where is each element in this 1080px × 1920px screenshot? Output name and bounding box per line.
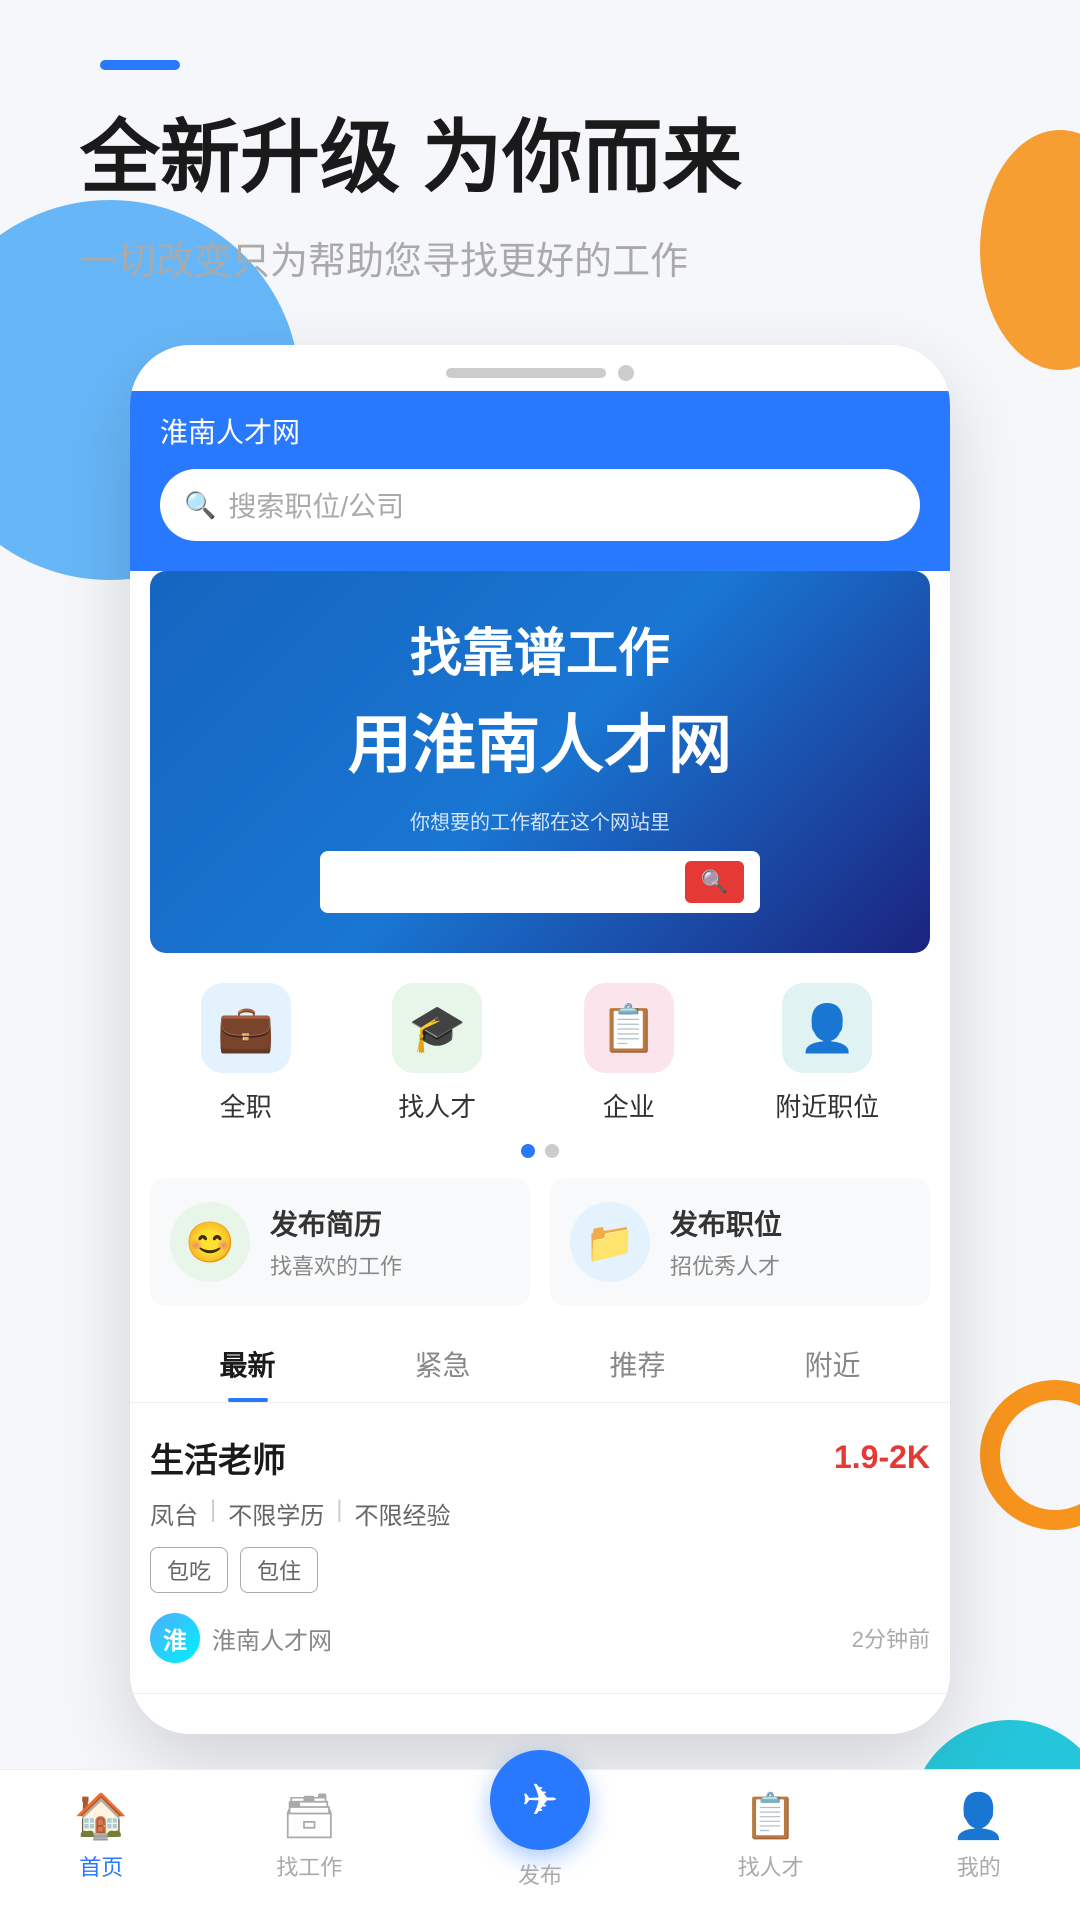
app-header: 淮南人才网 🔍 搜索职位/公司 — [130, 391, 950, 571]
search-icon: 🔍 — [184, 490, 216, 521]
action-card-job-info: 发布职位 招优秀人才 — [670, 1203, 782, 1281]
banner-line2: 用淮南人才网 — [180, 694, 900, 786]
job-location: 凤台 — [150, 1496, 198, 1531]
job-card[interactable]: 生活老师 1.9-2K 凤台 | 不限学历 | 不限经验 包吃 包住 淮 淮南人… — [130, 1403, 950, 1694]
category-icon-enterprise: 📋 — [584, 983, 674, 1073]
job-footer: 淮 淮南人才网 2分钟前 — [150, 1613, 930, 1663]
category-label-nearby: 附近职位 — [775, 1087, 879, 1124]
banner: 找靠谱工作 用淮南人才网 你想要的工作都在这个网站里 🔍 — [150, 571, 930, 953]
banner-search-button[interactable]: 🔍 — [685, 861, 744, 903]
action-cards: 😊 发布简历 找喜欢的工作 📁 发布职位 招优秀人才 — [130, 1178, 950, 1326]
tab-nearby[interactable]: 附近 — [735, 1326, 930, 1402]
action-card-job-title: 发布职位 — [670, 1203, 782, 1243]
nav-label-profile: 我的 — [957, 1850, 1001, 1882]
search-placeholder-text: 搜索职位/公司 — [228, 485, 404, 525]
talent-icon: 📋 — [743, 1790, 798, 1842]
publish-button[interactable]: ✈ — [490, 1750, 590, 1850]
profile-icon: 👤 — [951, 1790, 1006, 1842]
phone-notch-bar — [130, 345, 950, 391]
nav-label-talent: 找人才 — [738, 1850, 804, 1882]
tabs-row: 最新 紧急 推荐 附近 — [130, 1326, 950, 1403]
carousel-dots — [130, 1144, 950, 1158]
category-icon-nearby: 👤 — [782, 983, 872, 1073]
search-bar[interactable]: 🔍 搜索职位/公司 — [160, 469, 920, 541]
phone-notch — [446, 368, 606, 378]
tab-recommend[interactable]: 推荐 — [540, 1326, 735, 1402]
company-logo: 淮 — [150, 1613, 200, 1663]
job-tags: 凤台 | 不限学历 | 不限经验 — [150, 1496, 930, 1531]
hero-subtitle: 一切改变只为帮助您寻找更好的工作 — [80, 230, 1000, 285]
category-icon-talent: 🎓 — [392, 983, 482, 1073]
company-name: 淮南人才网 — [212, 1621, 332, 1656]
category-label-enterprise: 企业 — [603, 1087, 655, 1124]
action-card-resume-icon: 😊 — [170, 1202, 250, 1282]
job-badges: 包吃 包住 — [150, 1547, 930, 1593]
job-time: 2分钟前 — [852, 1622, 930, 1654]
dot-2 — [545, 1144, 559, 1158]
app-header-title: 淮南人才网 — [160, 411, 920, 451]
home-icon: 🏠 — [74, 1790, 129, 1842]
category-item-nearby[interactable]: 👤 附近职位 — [775, 983, 879, 1124]
category-icon-fulltime: 💼 — [201, 983, 291, 1073]
nav-label-publish: 发布 — [518, 1858, 562, 1890]
banner-search-bar[interactable]: 🔍 — [320, 851, 760, 913]
action-card-job-sub: 招优秀人才 — [670, 1249, 782, 1281]
nav-item-publish[interactable]: ✈ 发布 — [490, 1790, 590, 1890]
tab-urgent[interactable]: 紧急 — [345, 1326, 540, 1402]
dot-1 — [521, 1144, 535, 1158]
job-badge-meal: 包吃 — [150, 1547, 228, 1593]
category-item-talent[interactable]: 🎓 找人才 — [392, 983, 482, 1124]
action-card-resume-sub: 找喜欢的工作 — [270, 1249, 402, 1281]
job-title: 生活老师 — [150, 1433, 286, 1482]
banner-sub: 你想要的工作都在这个网站里 — [180, 806, 900, 835]
job-company: 淮 淮南人才网 — [150, 1613, 332, 1663]
action-card-resume-info: 发布简历 找喜欢的工作 — [270, 1203, 402, 1281]
banner-line1: 找靠谱工作 — [180, 611, 900, 686]
action-card-resume[interactable]: 😊 发布简历 找喜欢的工作 — [150, 1178, 530, 1306]
tab-latest[interactable]: 最新 — [150, 1326, 345, 1402]
bottom-nav: 🏠 首页 🗃 找工作 ✈ 发布 📋 找人才 👤 我的 — [0, 1769, 1080, 1920]
job-card-header: 生活老师 1.9-2K — [150, 1433, 930, 1482]
nav-item-home[interactable]: 🏠 首页 — [74, 1790, 129, 1890]
top-bar — [0, 0, 1080, 70]
publish-icon: ✈ — [522, 1775, 559, 1826]
jobs-icon: 🗃 — [281, 1790, 337, 1842]
nav-label-home: 首页 — [79, 1850, 123, 1882]
action-card-job-icon: 📁 — [570, 1202, 650, 1282]
category-item-enterprise[interactable]: 📋 企业 — [584, 983, 674, 1124]
nav-item-profile[interactable]: 👤 我的 — [951, 1790, 1006, 1890]
action-card-resume-title: 发布简历 — [270, 1203, 402, 1243]
category-row: 💼 全职 🎓 找人才 📋 企业 👤 附近职位 — [130, 953, 950, 1134]
bg-decoration-orange-ring — [980, 1380, 1080, 1530]
category-label-talent: 找人才 — [398, 1087, 476, 1124]
action-card-job[interactable]: 📁 发布职位 招优秀人才 — [550, 1178, 930, 1306]
nav-item-jobs[interactable]: 🗃 找工作 — [276, 1790, 342, 1890]
hero-section: 全新升级 为你而来 一切改变只为帮助您寻找更好的工作 — [0, 70, 1080, 285]
job-experience: 不限经验 — [354, 1496, 450, 1531]
job-education: 不限学历 — [228, 1496, 324, 1531]
nav-item-talent[interactable]: 📋 找人才 — [738, 1790, 804, 1890]
hero-title: 全新升级 为你而来 — [80, 110, 1000, 206]
top-bar-line — [100, 60, 180, 70]
category-label-fulltime: 全职 — [220, 1087, 272, 1124]
job-badge-housing: 包住 — [240, 1547, 318, 1593]
category-item-fulltime[interactable]: 💼 全职 — [201, 983, 291, 1124]
nav-label-jobs: 找工作 — [276, 1850, 342, 1882]
job-salary: 1.9-2K — [834, 1439, 930, 1476]
phone-camera — [618, 365, 634, 381]
phone-mockup: 淮南人才网 🔍 搜索职位/公司 找靠谱工作 用淮南人才网 你想要的工作都在这个网… — [130, 345, 950, 1734]
